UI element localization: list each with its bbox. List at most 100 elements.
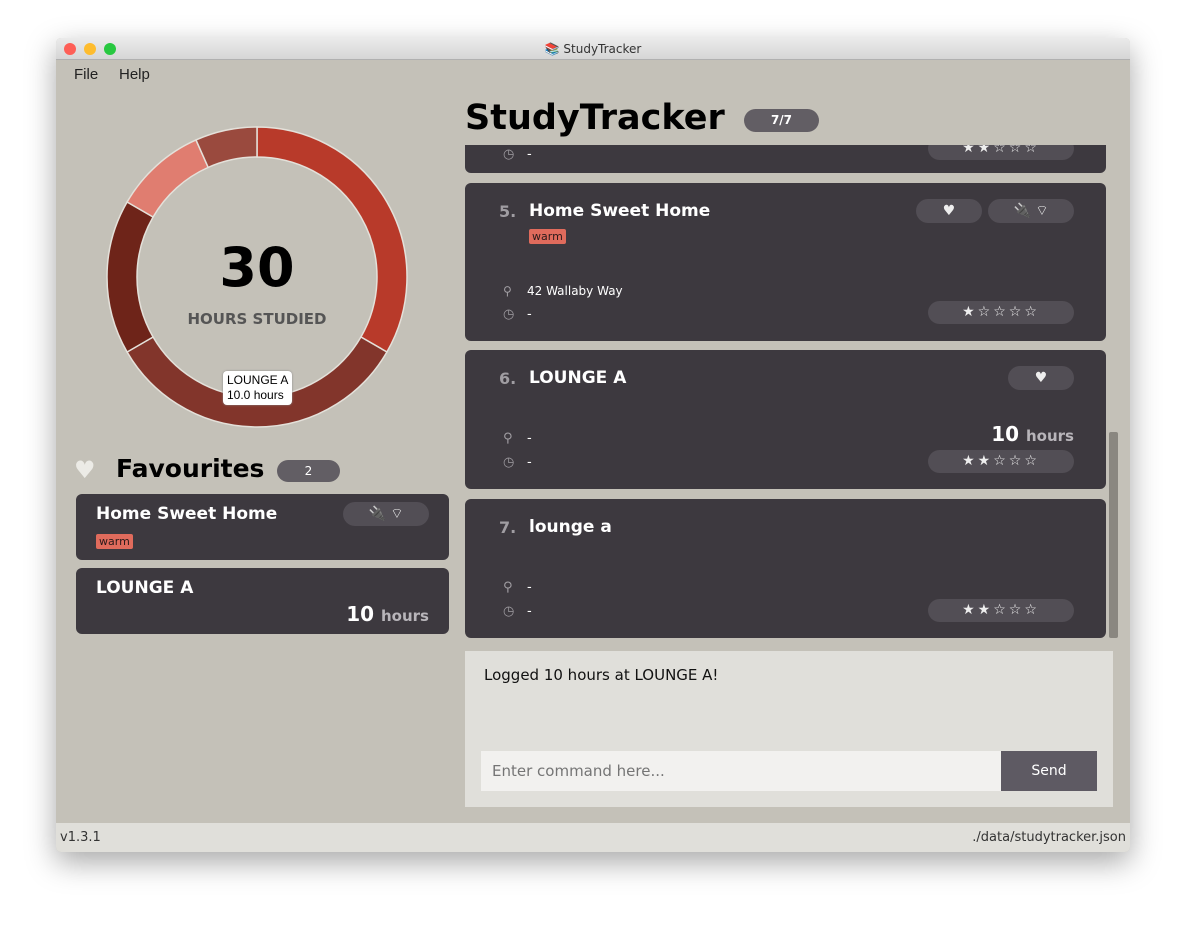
app-window: 📚 StudyTracker File Help 30 HOURS STUDIE… [56,38,1130,852]
hours-value: 10 [346,602,375,626]
favourites-title: Favourites [116,454,265,483]
amenities-badge: 🔌 ⌔ [343,502,429,526]
favourites-count: 2 [277,460,340,482]
wifi-icon: ⌔ [1035,203,1049,219]
data-file-path: ./data/studytracker.json [972,830,1126,845]
maximize-button[interactable] [104,43,116,55]
heart-icon: ♥ [1034,370,1048,386]
location-icon: ⚲ [503,580,513,595]
donut-segment[interactable] [106,200,155,354]
location-icon: ⚲ [503,284,512,298]
item-index: 6. [499,369,517,388]
time-value: - [527,147,532,162]
time-value: - [527,604,532,619]
clock-icon: ◷ [503,455,515,470]
list-item[interactable]: 7. lounge a ⚲ - ◷ - ★★☆☆☆ [465,499,1106,638]
page-title: StudyTracker [465,98,725,138]
star-empty-icon: ☆ [993,145,1009,156]
app-icon: 📚 [544,42,564,56]
time-value: - [527,307,532,322]
item-index: 7. [499,518,517,537]
clock-icon: ◷ [503,604,515,619]
list-item[interactable]: 6. LOUNGE A ♥ 10 hours ⚲ - ◷ - ★★☆☆☆ [465,350,1106,489]
hours-display: 10 hours [991,422,1074,446]
favourite-badge: ♥ [1008,366,1074,390]
address-value: - [527,580,532,595]
favourite-name: Home Sweet Home [96,504,278,524]
hours-unit: hours [381,607,429,625]
list-item[interactable]: 5. Home Sweet Home warm ♥ 🔌 ⌔ ⚲ 42 Wallab… [465,183,1106,341]
favourite-name: LOUNGE A [96,578,194,598]
plug-icon: 🔌 [1013,203,1031,219]
item-name: Home Sweet Home [529,201,711,221]
favourite-card[interactable]: LOUNGE A 10 hours [76,568,449,634]
hours-value: 10 [991,422,1020,446]
star-empty-icon: ☆ [1008,304,1025,320]
rating-stars: ★☆☆☆☆ [928,301,1074,324]
rating-stars: ★★☆☆☆ [928,145,1074,160]
address-value: 42 Wallaby Way [527,284,623,298]
time-value: - [527,455,532,470]
status-bar: v1.3.1 ./data/studytracker.json [56,823,1130,852]
list-item[interactable]: ◷ - ★★☆☆☆ [465,145,1106,173]
list-count: 7/7 [744,109,819,132]
item-name: lounge a [529,517,612,537]
star-empty-icon: ☆ [1024,602,1040,618]
location-icon: ⚲ [503,431,513,446]
title-bar: 📚 StudyTracker [56,38,1130,60]
donut-segment[interactable] [194,126,258,169]
favourite-badge: ♥ [916,199,982,223]
favourite-card[interactable]: Home Sweet Home warm 🔌 ⌔ [76,494,449,560]
heart-icon: ♥ [942,203,956,219]
tag-warm: warm [529,229,566,244]
star-empty-icon: ☆ [1008,453,1025,469]
plug-icon: 🔌 [368,506,386,522]
command-input[interactable] [481,751,1001,791]
star-empty-icon: ☆ [1024,304,1040,320]
star-filled-icon: ★ [977,145,994,156]
star-filled-icon: ★ [977,453,994,469]
heart-icon: ♥ [74,456,96,484]
star-empty-icon: ☆ [993,453,1009,469]
star-filled-icon: ★ [962,453,978,469]
donut-segment[interactable] [126,138,210,219]
total-hours: 30 [219,236,295,299]
item-index: 5. [499,202,517,221]
star-empty-icon: ☆ [1024,145,1040,156]
amenities-badge: 🔌 ⌔ [988,199,1074,223]
tooltip-value: 10.0 hours [227,388,284,402]
star-filled-icon: ★ [962,304,978,320]
star-filled-icon: ★ [977,602,994,618]
list-scrollbar[interactable] [1109,432,1118,638]
item-name: LOUNGE A [529,368,627,388]
star-empty-icon: ☆ [977,304,994,320]
hours-label: HOURS STUDIED [187,310,327,328]
send-button[interactable]: Send [1001,751,1097,791]
star-filled-icon: ★ [962,602,978,618]
result-text: Logged 10 hours at LOUNGE A! [484,666,719,684]
menu-file[interactable]: File [74,66,98,83]
star-empty-icon: ☆ [993,602,1009,618]
rating-stars: ★★☆☆☆ [928,450,1074,473]
version-label: v1.3.1 [60,830,101,845]
window-title: StudyTracker [563,42,642,56]
hours-unit: hours [1026,427,1074,445]
minimize-button[interactable] [84,43,96,55]
hours-display: 10 hours [346,602,429,626]
clock-icon: ◷ [503,147,515,162]
study-spot-list: ◷ - ★★☆☆☆ 5. Home Sweet Home warm ♥ 🔌 ⌔ ⚲… [465,145,1106,640]
result-panel: Logged 10 hours at LOUNGE A! Send [465,651,1113,807]
chart-tooltip: LOUNGE A 10.0 hours [223,371,293,405]
address-value: - [527,431,532,446]
star-empty-icon: ☆ [1024,453,1040,469]
clock-icon: ◷ [503,307,515,322]
menu-help[interactable]: Help [119,66,150,83]
rating-stars: ★★☆☆☆ [928,599,1074,622]
close-button[interactable] [64,43,76,55]
tooltip-name: LOUNGE A [227,373,289,387]
tag-warm: warm [96,534,133,549]
star-empty-icon: ☆ [993,304,1009,320]
star-empty-icon: ☆ [1008,602,1025,618]
star-filled-icon: ★ [962,145,978,156]
star-empty-icon: ☆ [1008,145,1025,156]
